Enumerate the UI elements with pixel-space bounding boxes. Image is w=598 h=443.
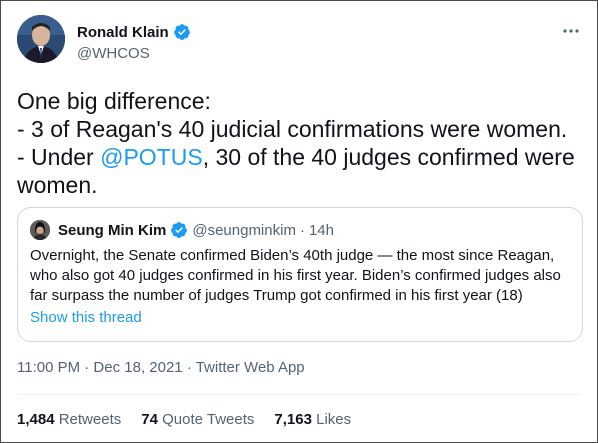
retweets-label: Retweets <box>58 411 122 428</box>
quoted-author-name: Seung Min Kim <box>58 221 167 239</box>
likes-count: 7,163 <box>274 411 312 428</box>
quoted-tweet[interactable]: Seung Min Kim @seungminkim · 14h Overnig… <box>17 207 583 342</box>
mention-link[interactable]: @POTUS <box>100 144 203 170</box>
quoted-tweet-text: Overnight, the Senate confirmed Biden’s … <box>30 247 561 304</box>
quote-tweets-stat[interactable]: 74 Quote Tweets <box>141 411 254 428</box>
author-avatar-image <box>17 15 65 63</box>
author-name-row: Ronald Klain <box>77 23 191 41</box>
author-display-name[interactable]: Ronald Klain <box>77 24 169 41</box>
more-horizontal-icon[interactable] <box>561 21 581 41</box>
tweet-line-3-prefix: - Under <box>17 144 101 170</box>
author-name-block: Ronald Klain @WHCOS <box>77 23 191 62</box>
engagement-stats: 1,484 Retweets 74 Quote Tweets 7,163 Lik… <box>17 411 351 428</box>
tweet-header: Ronald Klain @WHCOS <box>17 15 581 69</box>
quoted-tweet-header: Seung Min Kim @seungminkim · 14h <box>30 220 334 240</box>
quoted-timestamp: 14h <box>308 221 334 239</box>
divider <box>17 394 581 395</box>
quoted-author-handle: @seungminkim <box>192 221 296 239</box>
likes-label: Likes <box>316 411 352 428</box>
tweet-line-2: - 3 of Reagan's 40 judicial confirmation… <box>17 116 568 142</box>
retweets-count: 1,484 <box>17 411 55 428</box>
retweets-stat[interactable]: 1,484 Retweets <box>17 411 121 428</box>
tweet-card: Ronald Klain @WHCOS One big difference: … <box>0 0 598 443</box>
tweet-timestamp[interactable]: 11:00 PM · Dec 18, 2021 · Twitter Web Ap… <box>17 359 305 376</box>
quoted-verified-badge-icon <box>170 221 188 239</box>
verified-badge-icon <box>173 23 191 41</box>
quote-tweets-count: 74 <box>141 411 158 428</box>
show-thread-link[interactable]: Show this thread <box>30 309 142 326</box>
tweet-text: One big difference: - 3 of Reagan's 40 j… <box>17 87 587 199</box>
quoted-separator: · <box>299 221 305 239</box>
quoted-author-avatar <box>30 220 50 240</box>
author-avatar[interactable] <box>17 15 65 63</box>
author-handle[interactable]: @WHCOS <box>77 45 191 62</box>
quote-tweets-label: Quote Tweets <box>162 411 255 428</box>
likes-stat[interactable]: 7,163 Likes <box>274 411 351 428</box>
tweet-line-1: One big difference: <box>17 88 211 114</box>
